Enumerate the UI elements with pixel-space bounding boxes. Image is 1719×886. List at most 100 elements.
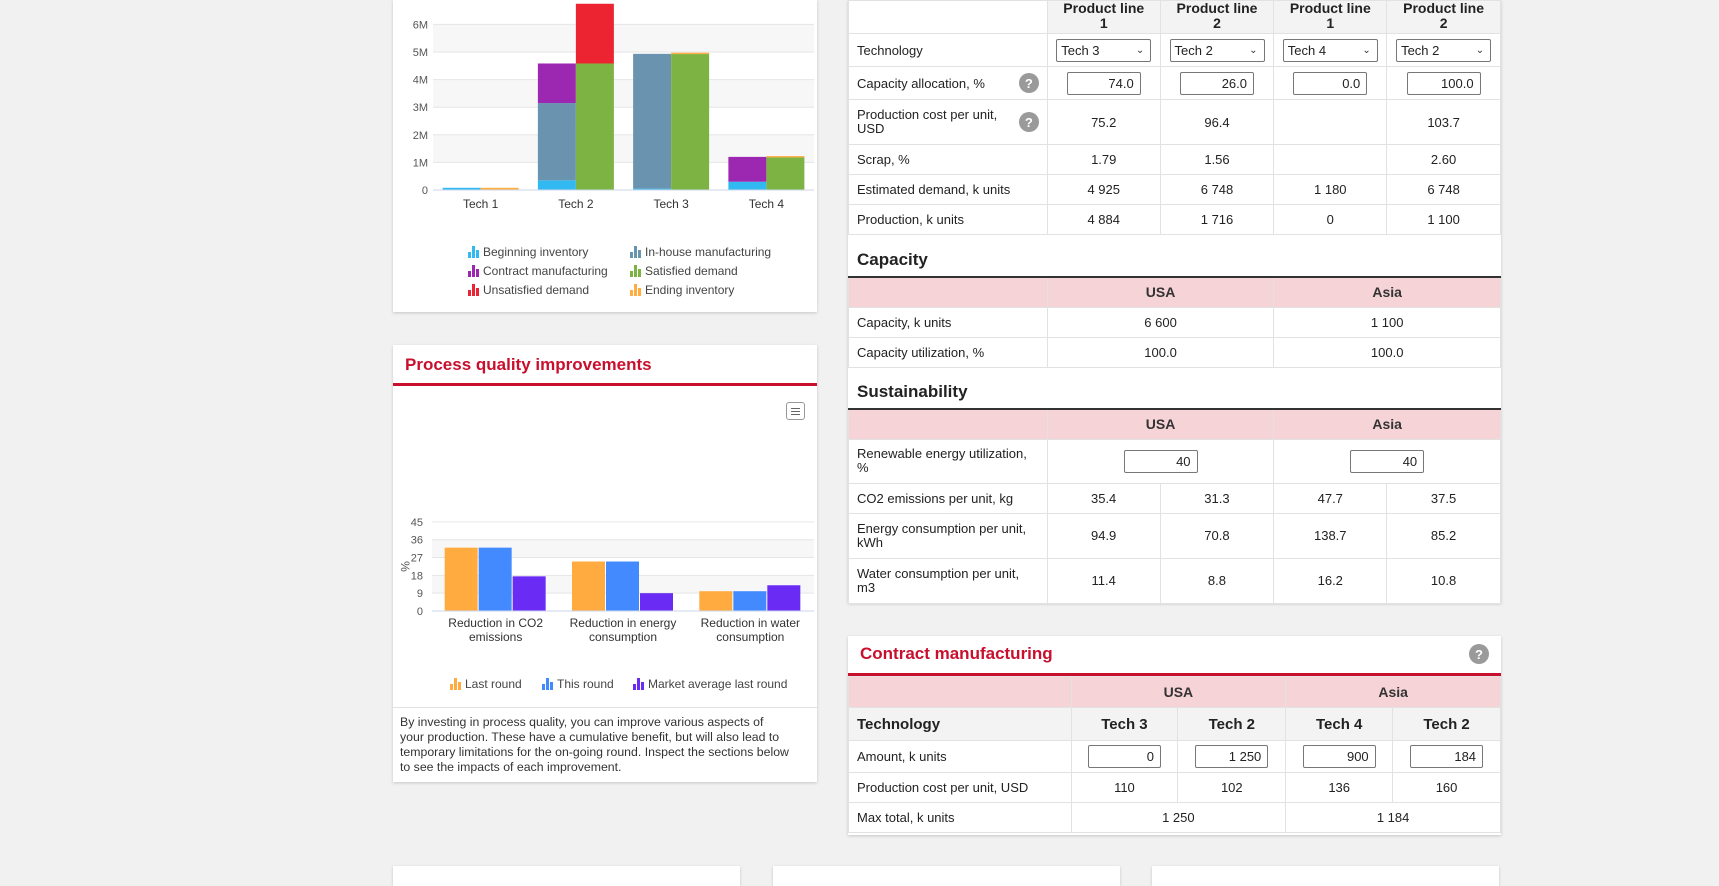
chevron-down-icon: ⌄ xyxy=(1249,44,1258,56)
tech-header: Tech 4 xyxy=(1285,707,1394,741)
production-table: Product line 1 Product line 2 Product li… xyxy=(848,0,1501,235)
sustainability-table: USA Asia Renewable energy utilization, %… xyxy=(848,408,1501,604)
production-header-row: Product line 1 Product line 2 Product li… xyxy=(848,0,1501,34)
renewable-cell: 40 xyxy=(1046,438,1275,484)
legend-inhouse-manufacturing[interactable]: In-house manufacturing xyxy=(630,245,771,259)
amount-input[interactable]: 0 xyxy=(1087,745,1161,768)
value-cell: 103.7 xyxy=(1386,99,1501,145)
row-label: Capacity allocation, % xyxy=(857,75,985,91)
value-cell xyxy=(1273,144,1388,175)
water-row: Water consumption per unit, m3 11.4 8.8 … xyxy=(848,557,1501,604)
value-cell: 1 250 xyxy=(1070,802,1287,833)
row-label: Amount, k units xyxy=(848,740,1072,773)
quality-chart-legend: Last round This round Market average las… xyxy=(393,345,817,691)
production-panel: Product line 1 Product line 2 Product li… xyxy=(848,0,1501,604)
capacity-allocation-input[interactable]: 74.0 xyxy=(1066,71,1141,95)
legend-label: In-house manufacturing xyxy=(645,245,772,259)
value-cell: 4 925 xyxy=(1046,174,1161,205)
renewable-energy-input[interactable]: 40 xyxy=(1350,449,1425,473)
contract-cost-row: Production cost per unit, USD 110 102 13… xyxy=(848,772,1501,803)
legend-this-round[interactable]: This round xyxy=(542,677,614,691)
value-cell: 6 600 xyxy=(1046,306,1275,338)
allocation-cell: 26.0 xyxy=(1159,66,1275,100)
select-value: Tech 2 xyxy=(1174,42,1213,58)
technology-cell: Tech 2 ⌄ xyxy=(1386,33,1501,67)
help-icon[interactable]: ? xyxy=(1469,644,1489,664)
value-cell: 160 xyxy=(1392,772,1501,803)
row-label-cell: Capacity allocation, %? xyxy=(848,66,1048,100)
inventory-chart-legend: Beginning inventory In-house manufacturi… xyxy=(393,0,817,312)
capacity-allocation-input[interactable]: 100.0 xyxy=(1406,71,1481,95)
region-header: USA xyxy=(1046,408,1275,440)
product-line-header: Product line 2 xyxy=(1159,0,1275,34)
legend-market-average[interactable]: Market average last round xyxy=(633,677,787,691)
value-cell: 47.7 xyxy=(1273,482,1388,514)
legend-satisfied-demand[interactable]: Satisfied demand xyxy=(630,264,738,278)
tech-header: Tech 2 xyxy=(1392,707,1501,741)
value-cell: 4 884 xyxy=(1046,204,1161,235)
bar-chart-icon xyxy=(468,246,479,258)
allocation-cell: 74.0 xyxy=(1046,66,1161,100)
panel-title: Contract manufacturing xyxy=(860,644,1053,663)
chevron-down-icon: ⌄ xyxy=(1475,44,1485,56)
amount-cell: 900 xyxy=(1285,740,1394,773)
region-header: Asia xyxy=(1273,276,1501,308)
quality-description: By investing in process quality, you can… xyxy=(400,715,789,774)
bar-chart-icon xyxy=(468,284,479,296)
sustainability-section-title: Sustainability xyxy=(857,382,968,401)
contract-tech-row: Technology Tech 3 Tech 2 Tech 4 Tech 2 xyxy=(848,707,1501,741)
technology-select[interactable]: Tech 2 ⌄ xyxy=(1396,38,1492,62)
value-cell: 1.56 xyxy=(1159,144,1275,175)
value-cell xyxy=(1273,99,1388,145)
legend-label: Contract manufacturing xyxy=(483,264,608,278)
empty-header-cell xyxy=(848,408,1048,440)
legend-ending-inventory[interactable]: Ending inventory xyxy=(630,283,734,297)
select-value: Tech 2 xyxy=(1401,42,1440,58)
legend-label: Last round xyxy=(465,677,522,691)
help-icon[interactable]: ? xyxy=(1018,73,1039,93)
legend-last-round[interactable]: Last round xyxy=(450,677,522,691)
bar-chart-icon xyxy=(630,246,641,258)
tech-header: Tech 2 xyxy=(1177,707,1287,741)
technology-cell: Tech 4 ⌄ xyxy=(1273,33,1388,67)
value-cell: 102 xyxy=(1177,772,1287,803)
row-label: Water consumption per unit, m3 xyxy=(848,557,1048,604)
contract-region-row: USA Asia xyxy=(848,676,1501,708)
help-icon[interactable]: ? xyxy=(1018,112,1039,132)
technology-cell: Tech 2 ⌄ xyxy=(1159,33,1275,67)
row-label: Energy consumption per unit, kWh xyxy=(848,512,1048,559)
technology-select[interactable]: Tech 4 ⌄ xyxy=(1282,38,1378,62)
value-cell: 1 100 xyxy=(1273,306,1501,338)
renewable-energy-input[interactable]: 40 xyxy=(1123,449,1198,473)
value-cell: 1 100 xyxy=(1386,204,1501,235)
legend-contract-manufacturing[interactable]: Contract manufacturing xyxy=(468,264,608,278)
technology-select[interactable]: Tech 2 ⌄ xyxy=(1169,38,1265,62)
capacity-allocation-input[interactable]: 26.0 xyxy=(1180,71,1254,95)
technology-select[interactable]: Tech 3 ⌄ xyxy=(1056,38,1152,62)
legend-label: Unsatisfied demand xyxy=(483,283,590,297)
amount-row: Amount, k units 0 1 250 900 184 xyxy=(848,740,1501,773)
row-label: Max total, k units xyxy=(848,802,1072,833)
bar-chart-icon xyxy=(630,284,641,296)
production-cost-row: Production cost per unit, USD? 75.2 96.4… xyxy=(848,99,1501,145)
capacity-allocation-input[interactable]: 0.0 xyxy=(1293,71,1368,95)
value-cell: 37.5 xyxy=(1386,482,1501,514)
tech-header: Tech 3 xyxy=(1070,707,1179,741)
amount-input[interactable]: 184 xyxy=(1410,745,1484,768)
chevron-down-icon: ⌄ xyxy=(1135,44,1145,56)
value-cell: 11.4 xyxy=(1046,557,1161,604)
energy-row: Energy consumption per unit, kWh 94.9 70… xyxy=(848,512,1501,559)
legend-label: Satisfied demand xyxy=(645,264,738,278)
amount-input[interactable]: 900 xyxy=(1302,745,1376,768)
demand-row: Estimated demand, k units 4 925 6 748 1 … xyxy=(848,174,1501,205)
bar-chart-icon xyxy=(468,265,479,277)
row-label: Renewable energy utilization, % xyxy=(848,438,1048,484)
region-header: USA xyxy=(1046,276,1275,308)
legend-beginning-inventory[interactable]: Beginning inventory xyxy=(468,245,588,259)
value-cell: 138.7 xyxy=(1273,512,1388,559)
amount-input[interactable]: 1 250 xyxy=(1195,745,1269,768)
contract-manufacturing-panel: Contract manufacturing ? USA Asia Techno… xyxy=(848,636,1501,835)
region-header: Asia xyxy=(1273,408,1501,440)
empty-header-cell xyxy=(848,676,1072,708)
legend-unsatisfied-demand[interactable]: Unsatisfied demand xyxy=(468,283,589,297)
